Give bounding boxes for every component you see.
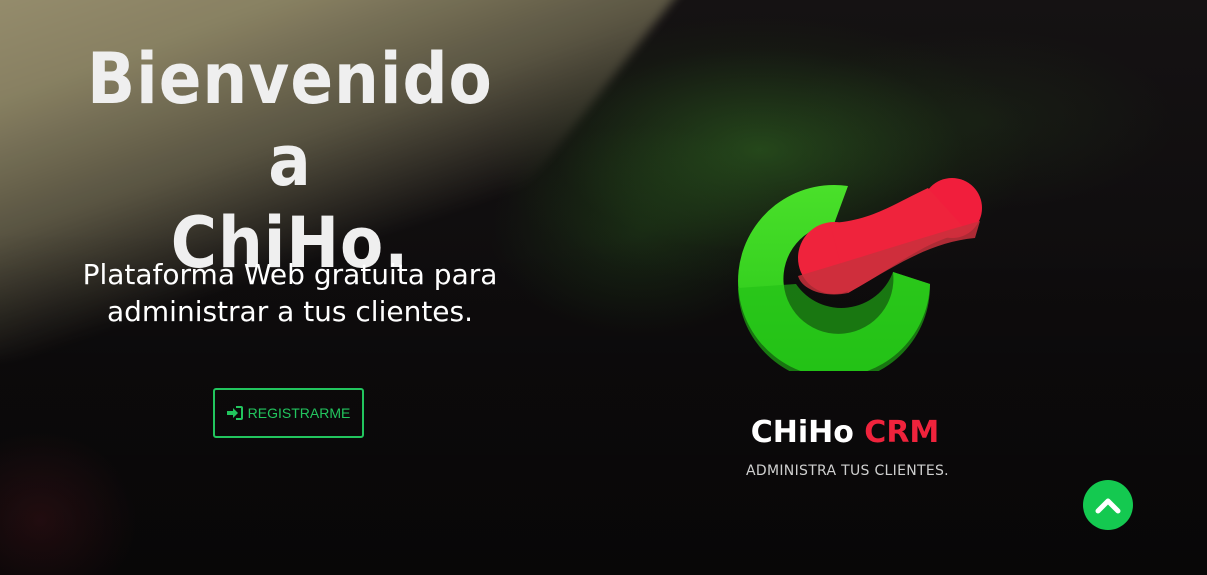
brand-name-crm: CRM bbox=[864, 415, 940, 450]
chiho-logo-icon bbox=[738, 178, 982, 371]
welcome-title: Bienvenido a ChiHo. bbox=[60, 38, 520, 284]
brand-name-chiho: CHiHo bbox=[750, 415, 854, 450]
chevron-up-icon bbox=[1095, 498, 1121, 514]
hero-subtitle: Plataforma Web gratuita para administrar… bbox=[40, 256, 540, 330]
hero-subtitle-line-1: Plataforma Web gratuita para bbox=[82, 258, 498, 291]
sign-in-icon bbox=[226, 406, 243, 420]
register-button[interactable]: REGISTRARME bbox=[213, 388, 364, 438]
hero-subtitle-line-2: administrar a tus clientes. bbox=[106, 295, 474, 328]
brand-tagline: ADMINISTRA TUS CLIENTES. bbox=[746, 463, 949, 479]
scroll-to-top-button[interactable] bbox=[1083, 480, 1133, 530]
brand-name: CHiHo CRM bbox=[680, 414, 1010, 452]
register-button-label: REGISTRARME bbox=[247, 405, 351, 421]
welcome-title-line-1: Bienvenido a bbox=[87, 38, 493, 202]
